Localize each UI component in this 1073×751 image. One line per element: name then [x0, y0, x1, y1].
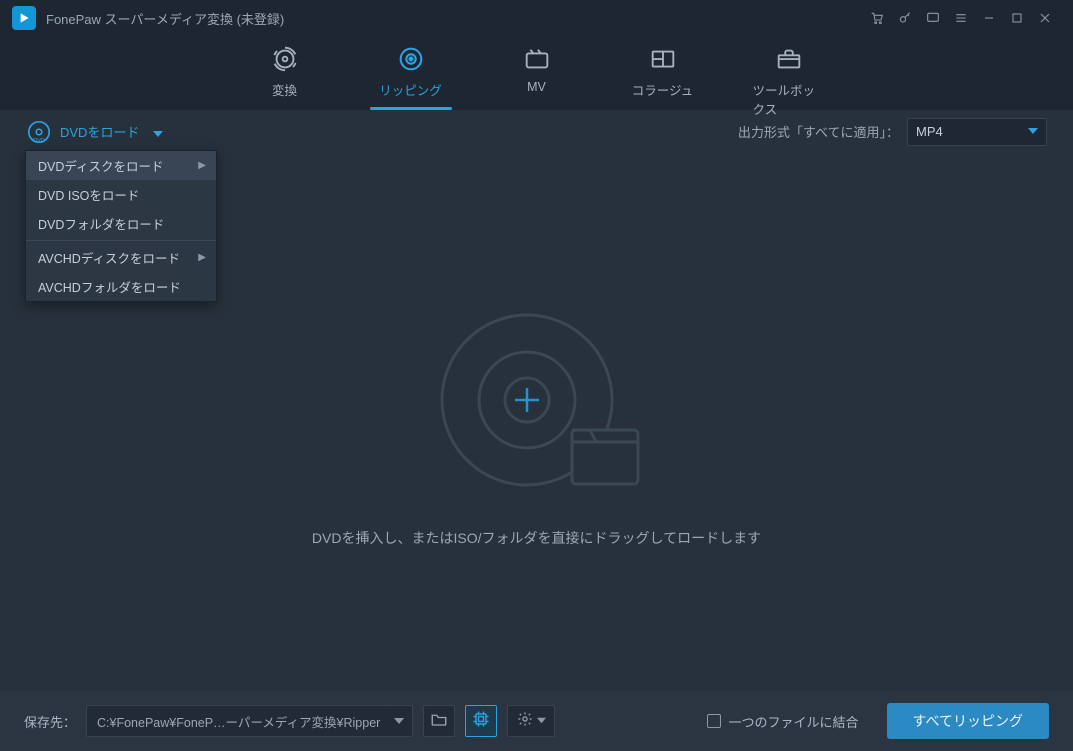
merge-label: 一つのファイルに結合	[729, 712, 859, 731]
chevron-right-icon: ▶	[198, 160, 206, 171]
mv-icon	[522, 44, 552, 74]
tab-mv[interactable]: MV	[501, 40, 573, 102]
load-dvd-label: DVDをロード	[60, 122, 139, 141]
tab-collage[interactable]: コラージュ	[627, 40, 699, 102]
cart-icon[interactable]	[863, 4, 891, 32]
maximize-icon[interactable]	[1003, 4, 1031, 32]
tab-toolbox[interactable]: ツールボックス	[753, 40, 825, 102]
tab-convert[interactable]: 変換	[249, 40, 321, 102]
menu-separator	[26, 240, 216, 241]
settings-button[interactable]	[507, 705, 555, 737]
save-path-dropdown[interactable]	[385, 705, 413, 737]
app-logo-icon	[12, 6, 36, 30]
feedback-icon[interactable]	[919, 4, 947, 32]
menu-item-dvd-iso[interactable]: DVD ISOをロード	[26, 180, 216, 209]
menu-item-label: DVD ISOをロード	[38, 185, 139, 204]
menu-item-avchd-folder[interactable]: AVCHDフォルダをロード	[26, 272, 216, 301]
output-format-label: 出力形式「すべてに適用」：	[738, 122, 899, 141]
tab-label: ツールボックス	[753, 80, 825, 118]
collage-icon	[648, 44, 678, 74]
convert-icon	[270, 44, 300, 74]
output-format-select[interactable]: MP4	[907, 118, 1047, 146]
tab-label: リッピング	[379, 80, 442, 99]
output-format-value: MP4	[916, 124, 943, 139]
merge-checkbox[interactable]: 一つのファイルに結合	[707, 712, 859, 731]
menu-item-dvd-disc[interactable]: DVDディスクをロード ▶	[26, 151, 216, 180]
open-folder-button[interactable]	[423, 705, 455, 737]
minimize-icon[interactable]	[975, 4, 1003, 32]
chevron-down-icon	[153, 127, 163, 137]
menu-item-label: DVDフォルダをロード	[38, 214, 164, 233]
action-bar: DVD DVDをロード 出力形式「すべてに適用」： MP4	[0, 110, 1073, 154]
menu-item-label: AVCHDフォルダをロード	[38, 277, 181, 296]
bottom-bar: 保存先： C:¥FonePaw¥FoneP…ーパーメディア変換¥Ripper 一…	[0, 691, 1073, 751]
gpu-accel-button[interactable]	[465, 705, 497, 737]
key-icon[interactable]	[891, 4, 919, 32]
chevron-down-icon	[1028, 124, 1038, 139]
dvd-icon: DVD	[26, 119, 52, 145]
ripping-icon	[396, 44, 426, 74]
save-to-label: 保存先：	[24, 712, 76, 731]
menu-item-avchd-disc[interactable]: AVCHDディスクをロード ▶	[26, 243, 216, 272]
load-dvd-button[interactable]: DVD DVDをロード	[26, 119, 163, 145]
titlebar: FonePaw スーパーメディア変換 (未登録)	[0, 0, 1073, 36]
save-path-field[interactable]: C:¥FonePaw¥FoneP…ーパーメディア変換¥Ripper	[86, 705, 386, 737]
save-path-value: C:¥FonePaw¥FoneP…ーパーメディア変換¥Ripper	[97, 712, 380, 731]
tab-label: コラージュ	[632, 80, 693, 99]
close-icon[interactable]	[1031, 4, 1059, 32]
app-title: FonePaw スーパーメディア変換 (未登録)	[46, 9, 284, 28]
main-hint-text: DVDを挿入し、またはISO/フォルダを直接にドラッグしてロードします	[312, 528, 761, 548]
tab-ripping[interactable]: リッピング	[375, 40, 447, 102]
load-dvd-menu: DVDディスクをロード ▶ DVD ISOをロード DVDフォルダをロード AV…	[25, 150, 217, 302]
chevron-down-icon	[537, 712, 546, 730]
chevron-right-icon: ▶	[198, 252, 206, 263]
rip-all-button[interactable]: すべてリッピング	[887, 703, 1049, 739]
svg-text:DVD: DVD	[33, 138, 45, 144]
folder-icon	[430, 710, 448, 733]
tab-label: MV	[527, 80, 546, 94]
gear-icon	[517, 711, 533, 732]
menu-item-label: AVCHDディスクをロード	[38, 248, 180, 267]
toolbox-icon	[774, 44, 804, 74]
menu-item-label: DVDディスクをロード	[38, 156, 164, 175]
menu-item-dvd-folder[interactable]: DVDフォルダをロード	[26, 209, 216, 238]
nav-tabs: 変換 リッピング MV コラージュ ツールボックス	[0, 36, 1073, 110]
tab-label: 変換	[272, 80, 297, 99]
menu-icon[interactable]	[947, 4, 975, 32]
rip-all-label: すべてリッピング	[913, 711, 1023, 731]
checkbox-icon	[707, 714, 721, 728]
drop-illustration-icon	[432, 300, 642, 500]
chip-icon	[471, 709, 491, 734]
